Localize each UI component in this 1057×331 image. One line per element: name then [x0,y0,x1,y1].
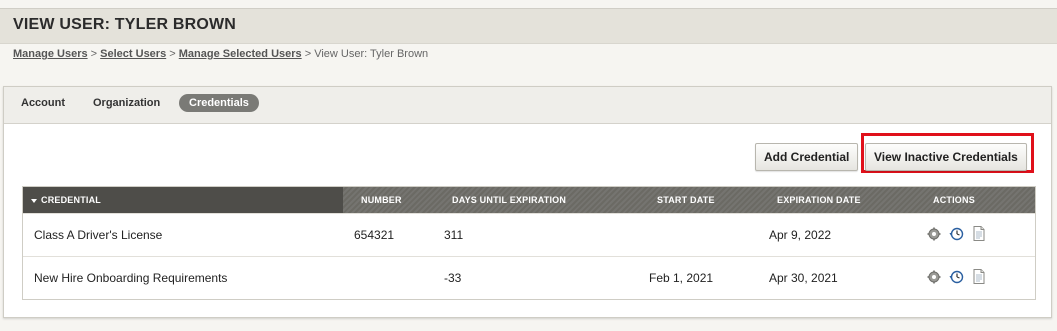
column-actions: ACTIONS [933,195,975,205]
document-icon[interactable] [973,269,985,289]
credential-number: 654321 [354,228,395,242]
sort-descending-icon [31,198,37,203]
page-header: VIEW USER: TYLER BROWN [0,8,1057,44]
table-row: New Hire Onboarding Requirements -33 Feb… [23,256,1035,299]
column-start-date[interactable]: START DATE [657,195,715,205]
breadcrumb-separator: > [169,48,176,60]
credentials-table: CREDENTIAL NUMBER DAYS UNTIL EXPIRATION … [22,186,1036,300]
document-icon[interactable] [973,226,985,246]
expiration-date: Apr 30, 2021 [769,271,838,285]
breadcrumb-current: View User: Tyler Brown [314,48,429,60]
credential-name: Class A Driver's License [34,228,163,242]
breadcrumb: Manage Users > Select Users > Manage Sel… [13,48,428,60]
column-expiration-date[interactable]: EXPIRATION DATE [777,195,861,205]
history-icon[interactable] [949,270,964,289]
days-until-expiration: 311 [444,228,464,242]
page-title: VIEW USER: TYLER BROWN [13,16,237,33]
row-actions [927,269,989,289]
history-icon[interactable] [949,227,964,246]
breadcrumb-manage-selected-users[interactable]: Manage Selected Users [179,48,302,60]
tab-account[interactable]: Account [21,97,65,109]
start-date: Feb 1, 2021 [649,271,714,285]
tab-bar: Account Organization Credentials [4,87,1051,124]
breadcrumb-manage-users[interactable]: Manage Users [13,48,88,60]
settings-icon[interactable] [927,227,941,246]
breadcrumb-select-users[interactable]: Select Users [100,48,166,60]
breadcrumb-separator: > [90,48,98,60]
table-row: Class A Driver's License 654321 311 Apr … [23,213,1035,256]
settings-icon[interactable] [927,270,941,289]
table-header: CREDENTIAL NUMBER DAYS UNTIL EXPIRATION … [23,187,1035,213]
add-credential-button[interactable]: Add Credential [755,143,859,171]
tab-credentials[interactable]: Credentials [179,94,259,112]
tab-organization[interactable]: Organization [93,97,160,109]
column-number[interactable]: NUMBER [361,195,402,205]
expiration-date: Apr 9, 2022 [769,228,832,242]
column-credential[interactable]: CREDENTIAL [31,195,101,205]
breadcrumb-separator: > [304,48,312,60]
credential-name: New Hire Onboarding Requirements [34,271,228,285]
view-inactive-credentials-button[interactable]: View Inactive Credentials [865,143,1027,171]
credentials-panel: Account Organization Credentials Add Cre… [3,86,1052,318]
column-days-until-expiration[interactable]: DAYS UNTIL EXPIRATION [452,195,566,205]
row-actions [927,226,989,246]
days-until-expiration: -33 [444,271,462,285]
